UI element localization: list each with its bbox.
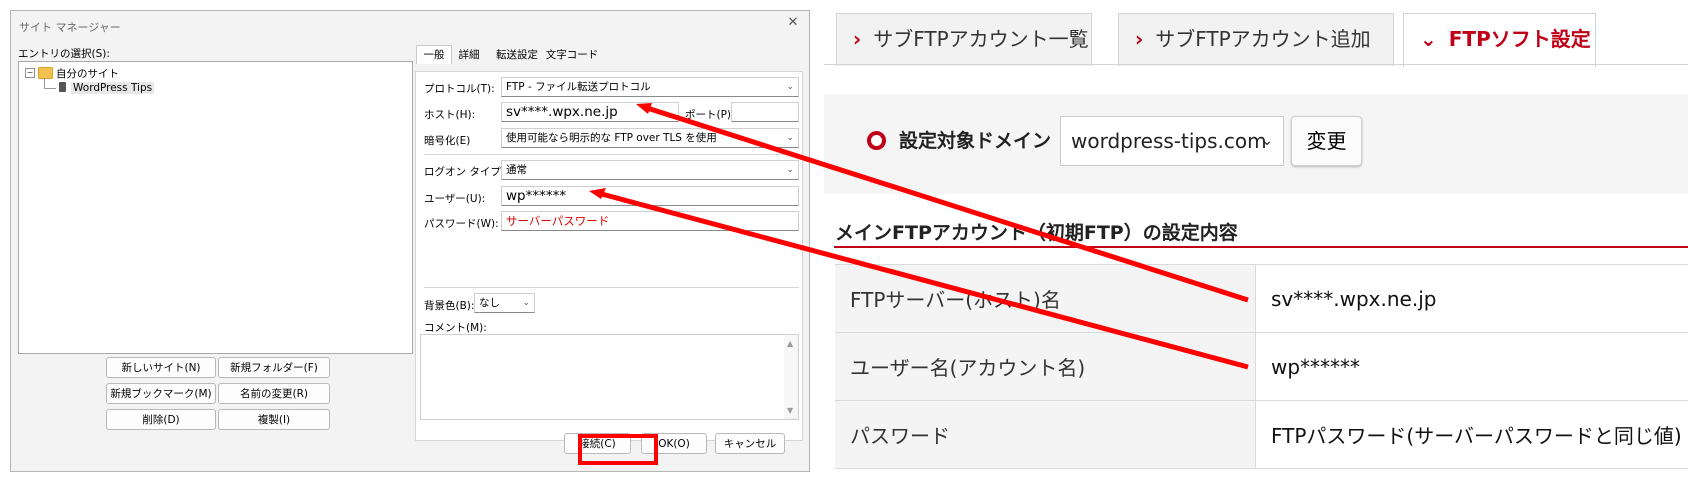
chevron-right-icon: ›: [1135, 27, 1144, 51]
new-site-button[interactable]: 新しいサイト(N): [106, 357, 216, 378]
divider: [424, 154, 799, 155]
section-divider: [834, 246, 1688, 248]
new-bookmark-button[interactable]: 新規ブックマーク(M): [106, 383, 216, 404]
tree-collapse-icon[interactable]: −: [25, 68, 35, 78]
tree-connector: [44, 88, 56, 89]
chevron-down-icon: ⌄: [522, 298, 530, 308]
table-row: パスワード FTPパスワード(サーバーパスワードと同じ値): [835, 400, 1688, 469]
logon-type-value: 通常: [506, 164, 527, 176]
background-color-select[interactable]: なし ⌄: [474, 293, 535, 313]
domain-value: wordpress-tips.com: [1071, 129, 1267, 153]
chevron-down-icon: ⌄: [1261, 133, 1273, 149]
logon-type-select[interactable]: 通常 ⌄: [501, 160, 799, 180]
circle-bullet-icon: [867, 131, 886, 150]
tree-connector: [44, 78, 45, 88]
protocol-select[interactable]: FTP - ファイル転送プロトコル ⌄: [501, 77, 799, 97]
folder-icon: [38, 67, 53, 79]
background-color-value: なし: [479, 297, 500, 309]
table-row: FTPサーバー(ホスト)名 sv****.wpx.ne.jp: [835, 264, 1688, 333]
comment-label: コメント(M):: [424, 322, 487, 334]
site-icon: [59, 82, 66, 92]
row-key: パスワード: [835, 400, 1256, 469]
table-row: ユーザー名(アカウント名) wp******: [835, 332, 1688, 401]
delete-button[interactable]: 削除(D): [106, 409, 216, 430]
cancel-button[interactable]: キャンセル: [715, 433, 785, 454]
tab-sub-ftp-add[interactable]: › サブFTPアカウント追加: [1118, 13, 1394, 66]
port-input[interactable]: [731, 102, 799, 122]
user-input[interactable]: wp******: [501, 186, 799, 206]
tab-label: サブFTPアカウント一覧: [873, 27, 1089, 51]
tab-ftp-software-settings[interactable]: ⌄ FTPソフト設定: [1403, 13, 1596, 67]
chevron-down-icon: ⌄: [786, 133, 794, 143]
protocol-label: プロトコル(T):: [424, 83, 495, 95]
chevron-right-icon: ›: [853, 27, 862, 51]
host-label: ホスト(H):: [424, 109, 476, 121]
scroll-down-icon[interactable]: ▼: [787, 406, 793, 415]
site-manager-dialog: サイト マネージャー ✕ エントリの選択(S): − 自分のサイト WordPr…: [10, 10, 810, 472]
password-label: パスワード(W):: [424, 218, 499, 230]
tab-label: FTPソフト設定: [1448, 27, 1591, 51]
scrollbar[interactable]: ▲ ▼: [784, 335, 798, 419]
entry-select-label: エントリの選択(S):: [18, 48, 110, 60]
chevron-down-icon: ⌄: [1420, 27, 1437, 51]
encryption-label: 暗号化(E): [424, 135, 471, 147]
row-value: wp******: [1255, 332, 1688, 401]
dialog-title: サイト マネージャー: [19, 21, 121, 34]
row-key: ユーザー名(アカウント名): [835, 332, 1256, 401]
ftp-settings-table: FTPサーバー(ホスト)名 sv****.wpx.ne.jp ユーザー名(アカウ…: [835, 264, 1688, 469]
scroll-up-icon[interactable]: ▲: [787, 339, 793, 348]
close-icon[interactable]: ✕: [785, 15, 801, 31]
chevron-down-icon: ⌄: [786, 165, 794, 175]
tab-sub-ftp-list[interactable]: › サブFTPアカウント一覧: [836, 13, 1092, 66]
tab-advanced[interactable]: 詳細: [452, 46, 486, 64]
encryption-select[interactable]: 使用可能なら明示的な FTP over TLS を使用 ⌄: [501, 128, 799, 148]
tab-label: サブFTPアカウント追加: [1155, 27, 1371, 51]
tab-general[interactable]: 一般: [416, 45, 452, 64]
user-label: ユーザー(U):: [424, 193, 486, 205]
host-input[interactable]: sv****.wpx.ne.jp: [501, 102, 679, 122]
tab-transfer-settings[interactable]: 転送設定: [491, 46, 543, 64]
port-label: ポート(P):: [685, 109, 735, 121]
encryption-value: 使用可能なら明示的な FTP over TLS を使用: [506, 132, 717, 144]
duplicate-button[interactable]: 複製(I): [218, 409, 330, 430]
rename-button[interactable]: 名前の変更(R): [218, 383, 330, 404]
divider: [424, 287, 799, 288]
new-folder-button[interactable]: 新規フォルダー(F): [218, 357, 330, 378]
tab-underline: [824, 64, 1688, 65]
row-value: sv****.wpx.ne.jp: [1255, 264, 1688, 333]
password-input[interactable]: サーバーパスワード: [501, 211, 799, 231]
tree-item-wordpress-tips[interactable]: WordPress Tips: [71, 82, 155, 94]
change-button[interactable]: 変更: [1291, 116, 1362, 166]
chevron-down-icon: ⌄: [786, 82, 794, 92]
comment-textarea[interactable]: ▲ ▼: [420, 334, 799, 420]
row-key: FTPサーバー(ホスト)名: [835, 264, 1256, 333]
section-title: メインFTPアカウント（初期FTP）の設定内容: [835, 222, 1238, 244]
domain-select[interactable]: wordpress-tips.com ⌄: [1060, 116, 1284, 166]
target-domain-label: 設定対象ドメイン: [899, 130, 1052, 152]
tree-item-my-sites[interactable]: 自分のサイト: [56, 66, 119, 81]
tab-charset[interactable]: 文字コード: [545, 46, 599, 64]
site-tree[interactable]: − 自分のサイト WordPress Tips: [18, 61, 413, 354]
row-value: FTPパスワード(サーバーパスワードと同じ値): [1255, 400, 1688, 469]
background-color-label: 背景色(B):: [424, 300, 475, 312]
protocol-value: FTP - ファイル転送プロトコル: [506, 81, 651, 93]
connect-highlight-box: [578, 434, 658, 465]
